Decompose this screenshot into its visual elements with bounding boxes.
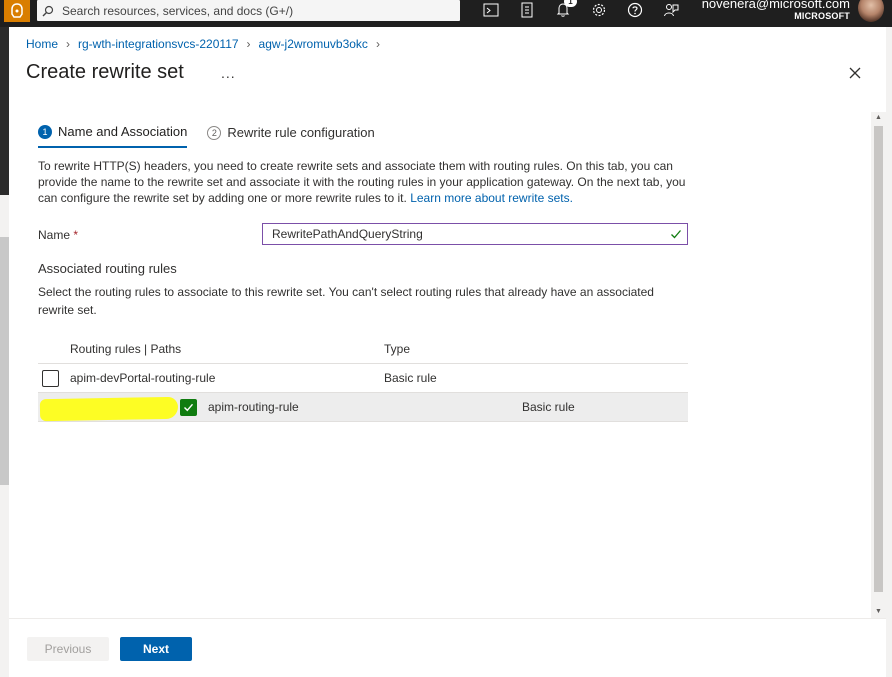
name-field[interactable]: RewritePathAndQueryString [262,223,688,245]
routing-rule-name: apim-devPortal-routing-rule [70,371,216,385]
notification-badge: 1 [564,0,577,7]
tab-label: Name and Association [58,124,188,139]
routing-rule-type: Basic rule [522,400,575,414]
settings-gear-icon[interactable] [586,0,612,20]
routing-rule-name: apim-routing-rule [208,400,299,414]
scroll-up-icon[interactable]: ▲ [874,114,883,122]
create-rewrite-set-blade: Home › rg-wth-integrationsvcs-220117 › a… [9,27,886,677]
notifications-icon[interactable]: 1 [550,0,577,20]
help-icon[interactable] [622,0,648,20]
cloud-shell-icon[interactable] [478,0,504,20]
table-row[interactable]: apim-routing-rule Basic rule [38,393,688,422]
vertical-scrollbar[interactable]: ▲ ▼ [871,112,886,618]
close-icon [849,67,861,79]
row-checkbox[interactable] [42,369,59,387]
more-options-button[interactable]: ... [221,65,236,81]
blade-footer: Previous Next [9,618,886,677]
top-bar: Search resources, services, and docs (G+… [0,0,892,27]
row-checkbox[interactable] [180,398,197,416]
search-icon [42,5,54,16]
background-dark-area [0,27,9,195]
tab-name-and-association[interactable]: 1 Name and Association [38,124,188,148]
chevron-right-icon: › [246,37,251,51]
description-text: To rewrite HTTP(S) headers, you need to … [38,159,686,205]
scrollbar-thumb[interactable] [874,126,883,592]
valid-check-icon [671,230,681,239]
scroll-down-icon[interactable]: ▼ [874,608,883,616]
column-header-type[interactable]: Type [384,342,688,356]
tab-description: To rewrite HTTP(S) headers, you need to … [38,158,688,206]
routing-rules-table: Routing rules | Paths Type apim-devPorta… [38,334,688,422]
chevron-right-icon: › [66,37,71,51]
search-placeholder: Search resources, services, and docs (G+… [62,3,294,18]
column-header-routing-rules[interactable]: Routing rules | Paths [70,342,384,356]
portal-logo-icon[interactable] [4,0,30,22]
wizard-tabs: 1 Name and Association 2 Rewrite rule co… [38,124,395,148]
breadcrumb-resource-group[interactable]: rg-wth-integrationsvcs-220117 [78,37,239,51]
table-header: Routing rules | Paths Type [38,334,688,364]
search-input[interactable]: Search resources, services, and docs (G+… [37,0,460,21]
feedback-icon[interactable] [658,0,684,20]
learn-more-link[interactable]: Learn more about rewrite sets. [410,191,573,205]
next-button[interactable]: Next [120,637,192,661]
breadcrumb: Home › rg-wth-integrationsvcs-220117 › a… [26,37,388,51]
directory-filter-icon[interactable] [514,0,540,20]
background-page-right-strip [886,27,892,677]
avatar[interactable] [858,0,884,22]
routing-rule-type: Basic rule [384,371,437,385]
breadcrumb-home[interactable]: Home [26,37,58,51]
tab-label: Rewrite rule configuration [227,125,375,140]
step-number: 2 [207,125,222,140]
user-tenant: MICROSOFT [794,11,850,21]
table-row[interactable]: apim-devPortal-routing-rule Basic rule [38,364,688,393]
checkmark-icon [184,403,194,411]
associated-routing-rules-heading: Associated routing rules [38,261,177,276]
tab-rewrite-rule-configuration[interactable]: 2 Rewrite rule configuration [207,124,375,148]
required-marker: * [73,228,79,242]
associated-routing-rules-description: Select the routing rules to associate to… [38,285,654,317]
name-label-text: Name [38,228,71,242]
previous-button[interactable]: Previous [27,637,109,661]
name-field-value: RewritePathAndQueryString [272,227,423,241]
blade-content: 1 Name and Association 2 Rewrite rule co… [9,112,886,618]
background-page-strip [0,27,9,677]
account-info[interactable]: novenera@microsoft.com MICROSOFT [702,0,850,21]
close-button[interactable] [845,63,865,83]
background-scrollbar [0,237,9,485]
step-number: 1 [38,124,52,139]
breadcrumb-app-gateway[interactable]: agw-j2wromuvb3okc [259,37,368,51]
yellow-highlight-annotation [39,396,179,422]
chevron-right-icon: › [375,37,380,51]
page-title: Create rewrite set [26,61,184,83]
name-label: Name * [38,228,78,242]
user-email: novenera@microsoft.com [701,0,850,11]
